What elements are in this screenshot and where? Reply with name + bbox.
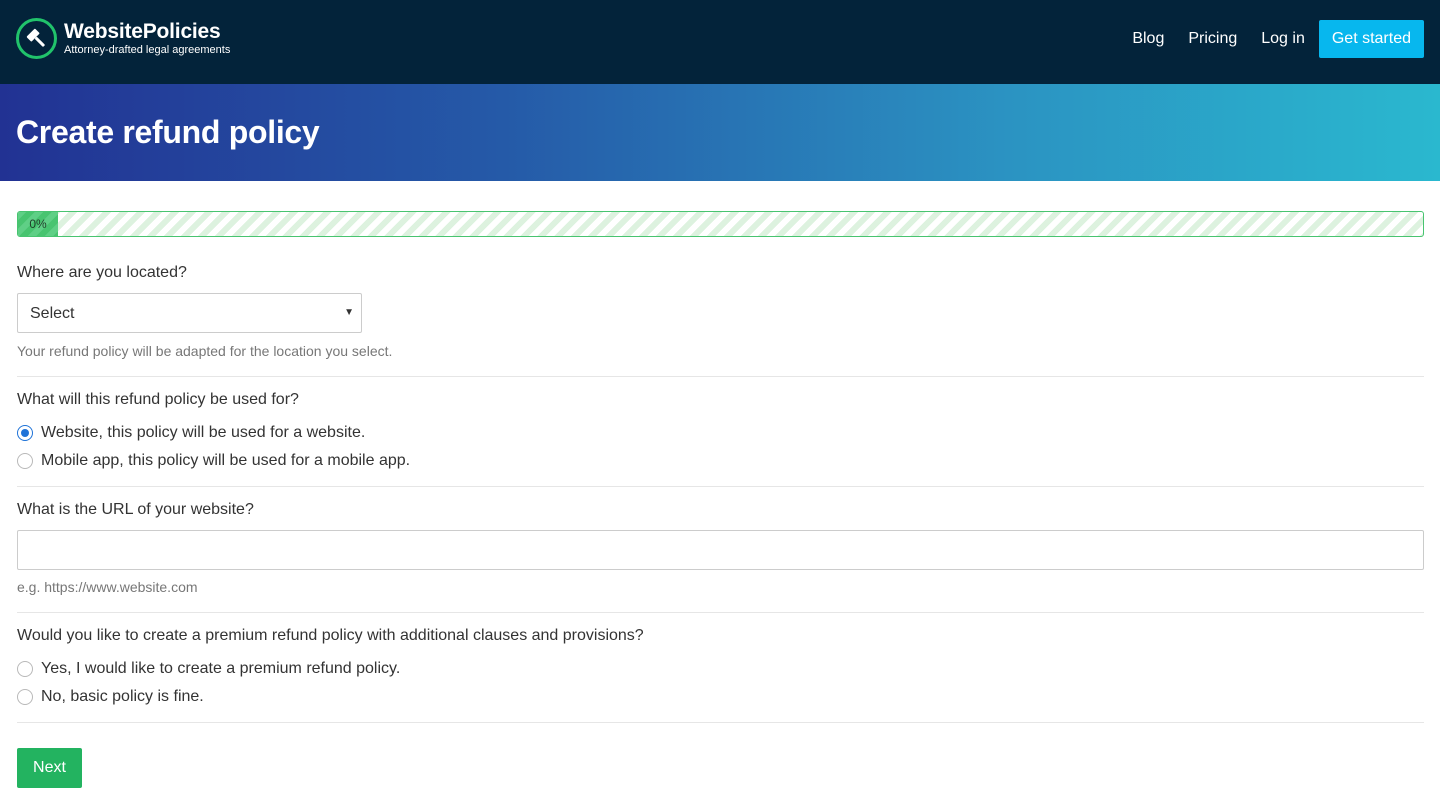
premium-option-label: No, basic policy is fine. [41,688,204,705]
page-banner: Create refund policy [0,84,1440,181]
usage-option-mobile-app[interactable]: Mobile app, this policy will be used for… [17,452,410,470]
brand-logo[interactable]: WebsitePolicies Attorney-drafted legal a… [16,18,230,59]
usage-radio-website[interactable] [17,425,33,441]
get-started-button[interactable]: Get started [1318,20,1424,58]
brand-name: WebsitePolicies [64,19,221,43]
brand-text: WebsitePolicies Attorney-drafted legal a… [64,19,231,57]
location-select-value: Select [30,305,75,322]
premium-radio-no[interactable] [17,689,33,705]
premium-question: Would you like to create a premium refun… [17,627,644,644]
brand-tagline: Attorney-drafted legal agreements [64,43,231,56]
next-button[interactable]: Next [17,748,82,788]
section-divider [17,722,1424,723]
usage-option-label: Website, this policy will be used for a … [41,424,366,441]
url-question: What is the URL of your website? [17,501,254,518]
usage-option-label: Mobile app, this policy will be used for… [41,452,411,469]
section-divider [17,376,1424,377]
location-help-text: Your refund policy will be adapted for t… [17,343,393,359]
nav-pricing-link[interactable]: Pricing [1188,20,1237,58]
section-divider [17,612,1424,613]
section-divider [17,486,1424,487]
top-navbar: WebsitePolicies Attorney-drafted legal a… [0,0,1440,84]
caret-down-icon: ▼ [344,307,354,318]
premium-option-yes[interactable]: Yes, I would like to create a premium re… [17,660,400,678]
premium-radio-yes[interactable] [17,661,33,677]
nav-login-link[interactable]: Log in [1261,20,1305,58]
location-question: Where are you located? [17,264,187,281]
url-help-text: e.g. https://www.website.com [17,579,198,595]
usage-option-website[interactable]: Website, this policy will be used for a … [17,424,365,442]
usage-question: What will this refund policy be used for… [17,391,299,408]
gavel-icon [16,18,57,59]
premium-option-no[interactable]: No, basic policy is fine. [17,688,204,706]
usage-radio-mobile-app[interactable] [17,453,33,469]
nav-blog-link[interactable]: Blog [1132,20,1164,58]
page-title: Create refund policy [16,114,320,150]
location-select[interactable]: Select ▼ [17,293,362,333]
main-nav: Blog Pricing Log in Get started [1108,20,1424,58]
website-url-input[interactable] [17,530,1424,570]
progress-bar: 0% [17,211,1424,237]
progress-fill: 0% [18,212,58,236]
premium-option-label: Yes, I would like to create a premium re… [41,660,401,677]
